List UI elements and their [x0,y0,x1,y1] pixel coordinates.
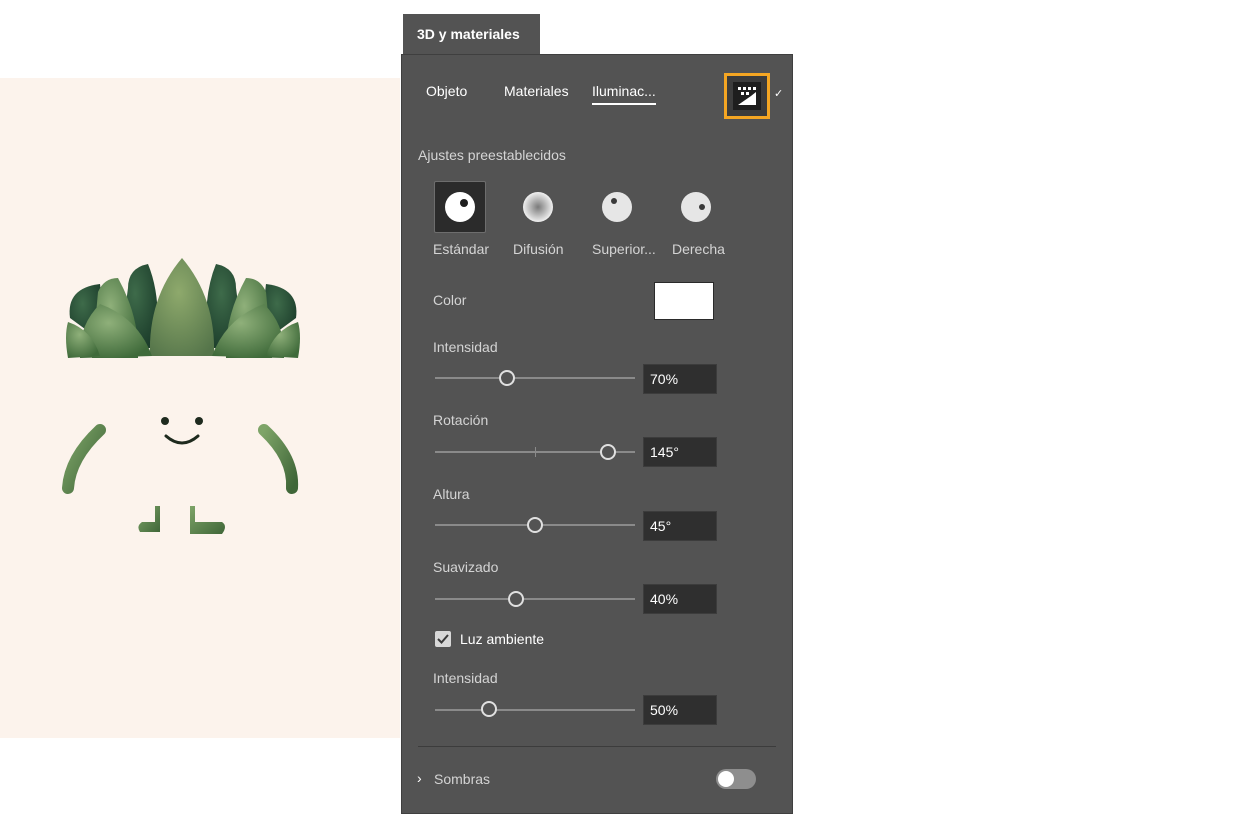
shadows-toggle[interactable] [716,769,756,789]
preset-standard[interactable] [434,181,486,233]
render-button[interactable] [724,73,770,119]
section-divider [418,746,776,747]
ambient-light-label: Luz ambiente [460,631,545,647]
diffuse-light-icon [523,192,553,222]
softness-slider-thumb[interactable] [508,591,524,607]
chevron-right-icon[interactable]: › [417,770,422,786]
rotation-input[interactable]: 145° [643,437,717,467]
preset-top-label: Superior... [592,241,656,257]
rotation-slider-center-tick [535,447,536,457]
artboard [0,78,400,738]
ambient-light-checkbox[interactable] [435,631,451,647]
tab-materials[interactable]: Materiales [504,83,569,99]
light-color-swatch[interactable] [654,282,714,320]
ambient-intensity-slider-track[interactable] [435,709,635,711]
intensity-slider-track[interactable] [435,377,635,379]
preset-right[interactable] [670,181,722,233]
intensity-input[interactable]: 70% [643,364,717,394]
preset-standard-label: Estándar [433,241,490,257]
ambient-intensity-label: Intensidad [433,670,498,686]
rotation-label: Rotación [433,412,489,428]
tab-object[interactable]: Objeto [426,83,467,99]
rotation-slider-thumb[interactable] [600,444,616,460]
shadows-label[interactable]: Sombras [434,771,490,787]
ambient-intensity-input[interactable]: 50% [643,695,717,725]
intensity-label: Intensidad [433,339,498,355]
height-label: Altura [433,486,470,502]
render-icon [733,82,761,110]
preset-right-label: Derecha [672,241,725,257]
ambient-intensity-slider-thumb[interactable] [481,701,497,717]
preset-diffuse-label: Difusión [513,241,564,257]
preset-diffuse[interactable] [512,181,564,233]
presets-label: Ajustes preestablecidos [418,147,566,163]
chevron-down-icon[interactable]: ✓ [774,87,783,100]
panel-tab-3d-materials[interactable]: 3D y materiales [403,14,540,54]
height-input[interactable]: 45° [643,511,717,541]
softness-slider-track[interactable] [435,598,635,600]
intensity-slider-thumb[interactable] [499,370,515,386]
checkmark-icon [437,634,449,644]
panel-tab-title: 3D y materiales [417,26,520,42]
softness-input[interactable]: 40% [643,584,717,614]
color-label: Color [433,292,467,308]
tab-lighting[interactable]: Iluminac... [592,83,656,105]
top-light-icon [602,192,632,222]
right-light-icon [681,192,711,222]
standard-light-icon [445,192,475,222]
preset-top[interactable] [591,181,643,233]
plant-character-illustration [62,258,300,534]
shadows-toggle-knob [718,771,734,787]
softness-label: Suavizado [433,559,499,575]
3d-materials-panel: Objeto Materiales Iluminac... ✓ Ajustes … [401,54,793,814]
height-slider-thumb[interactable] [527,517,543,533]
